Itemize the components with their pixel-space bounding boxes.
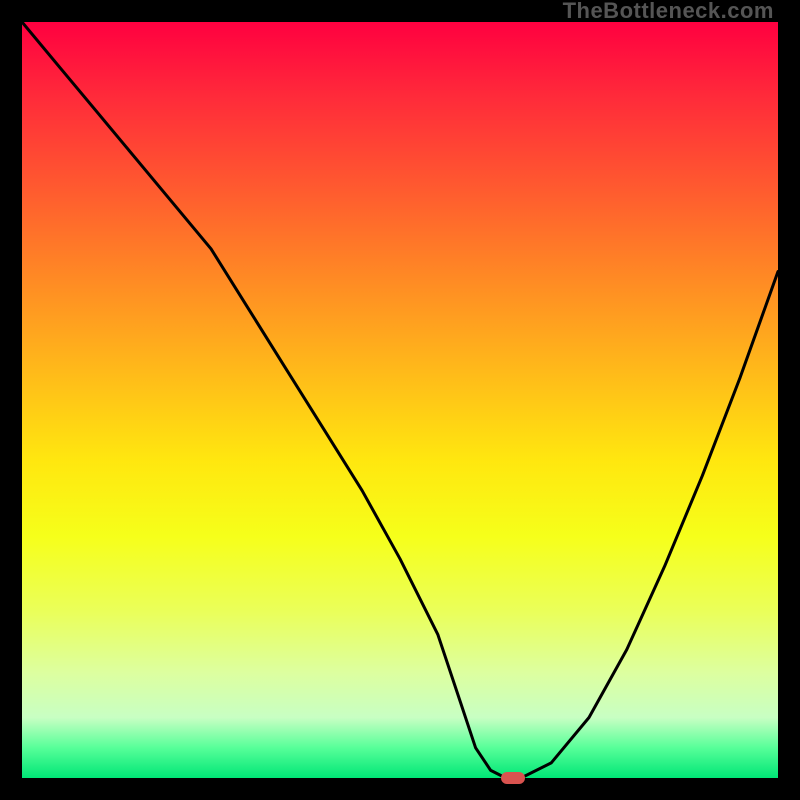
- optimal-point-marker: [501, 772, 525, 784]
- attribution-label: TheBottleneck.com: [563, 0, 774, 22]
- plot-area: [22, 22, 778, 778]
- curve-path: [22, 22, 778, 778]
- chart-frame: TheBottleneck.com: [0, 0, 800, 800]
- bottleneck-curve: [22, 22, 778, 778]
